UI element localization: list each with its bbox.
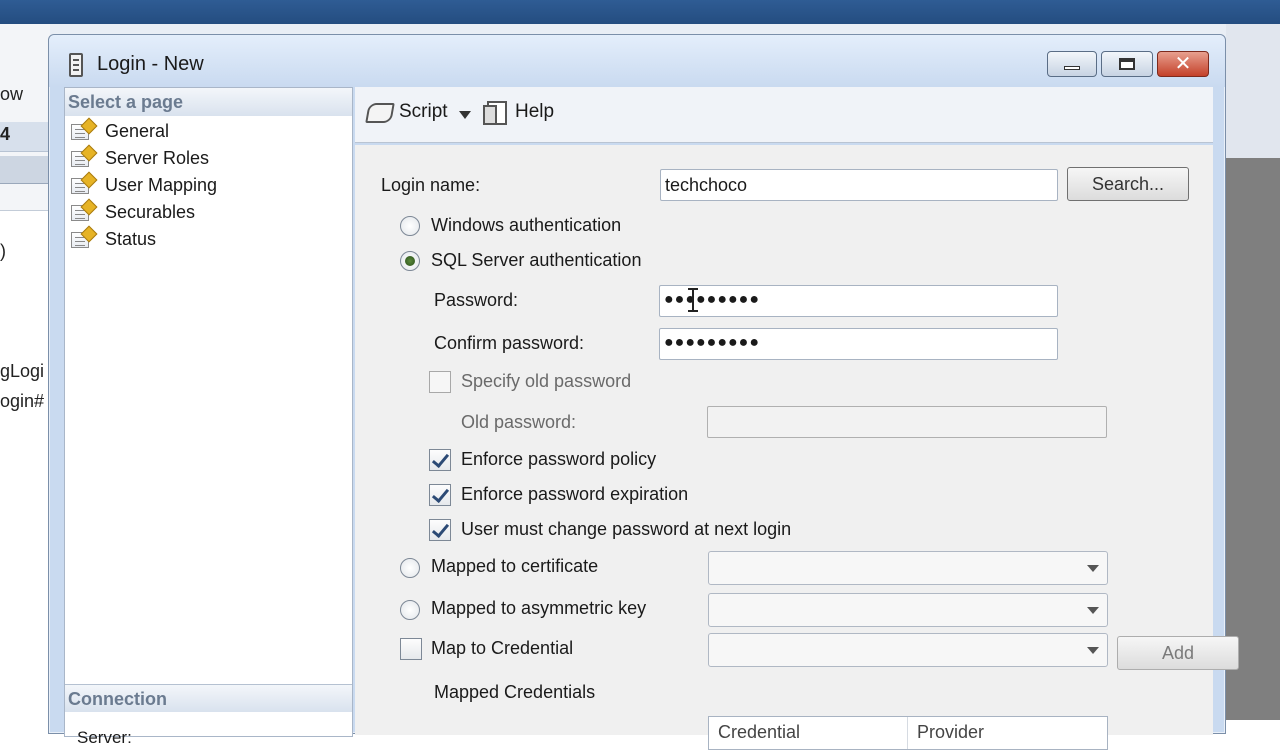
page-icon: [69, 225, 98, 250]
script-icon: [365, 99, 393, 125]
background-text-fragment: ogin#: [0, 391, 45, 411]
chevron-down-icon: [1087, 565, 1099, 572]
background-text-fragment: gLogi: [0, 361, 45, 381]
page-item-label: User Mapping: [105, 174, 218, 195]
page-item-label: Status: [105, 228, 157, 249]
mapped-credentials-label: Mapped Credentials: [434, 682, 596, 702]
select-page-header: Select a page: [65, 88, 352, 116]
mapped-asymmetric-key-radio[interactable]: [400, 600, 420, 620]
help-icon: [483, 99, 509, 125]
chevron-down-icon: [459, 111, 471, 119]
chevron-down-icon: [1087, 647, 1099, 654]
server-icon: [69, 53, 83, 77]
login-name-input[interactable]: techchoco: [660, 169, 1058, 201]
add-credential-button[interactable]: Add: [1117, 636, 1239, 670]
page-icon: [69, 144, 98, 169]
search-button[interactable]: Search...: [1067, 167, 1189, 201]
mapped-credentials-grid[interactable]: Credential Provider: [708, 716, 1108, 750]
page-item-label: Server Roles: [105, 147, 210, 168]
background-pane-body: ) gLogi ogin#: [0, 210, 50, 720]
background-pane-header: [0, 156, 50, 184]
minimize-button[interactable]: [1047, 51, 1097, 77]
must-change-label: User must change password at next login: [461, 519, 792, 539]
dialog-title: Login - New: [97, 53, 204, 75]
close-button[interactable]: ✕: [1157, 51, 1209, 77]
mapped-certificate-radio[interactable]: [400, 558, 420, 578]
column-header-credential[interactable]: Credential: [709, 717, 908, 749]
background-object-explorer: ow 4 ) gLogi ogin#: [0, 24, 50, 720]
minimize-icon: [1064, 66, 1080, 70]
enforce-policy-label: Enforce password policy: [461, 449, 657, 469]
page-item-status[interactable]: Status: [69, 225, 157, 252]
certificate-dropdown[interactable]: [708, 551, 1108, 585]
maximize-button[interactable]: [1101, 51, 1153, 77]
login-name-label: Login name:: [381, 175, 481, 195]
login-new-dialog: Login - New ✕ Select a page General Serv…: [48, 34, 1239, 750]
script-dropdown-button[interactable]: [459, 111, 471, 119]
maximize-icon: [1119, 58, 1135, 70]
background-text-fragment: ): [0, 241, 6, 261]
server-label: Server:: [77, 728, 132, 747]
enforce-expiration-checkbox[interactable]: [429, 484, 451, 506]
connection-header: Connection: [65, 684, 352, 712]
map-credential-label: Map to Credential: [431, 638, 574, 658]
sql-auth-radio[interactable]: [400, 251, 420, 271]
password-label: Password:: [434, 290, 519, 310]
confirm-password-label: Confirm password:: [434, 333, 585, 353]
page-item-server-roles[interactable]: Server Roles: [69, 144, 210, 171]
windows-auth-radio[interactable]: [400, 216, 420, 236]
page-item-user-mapping[interactable]: User Mapping: [69, 171, 218, 198]
windows-auth-label: Windows authentication: [431, 215, 622, 235]
asymmetric-key-dropdown[interactable]: [708, 593, 1108, 627]
old-password-input[interactable]: [707, 406, 1107, 438]
chevron-down-icon: [1087, 607, 1099, 614]
specify-old-password-checkbox[interactable]: [429, 371, 451, 393]
background-toolbar: 4: [0, 122, 50, 152]
background-right-area: [1226, 24, 1280, 720]
enforce-expiration-label: Enforce password expiration: [461, 484, 689, 504]
column-header-provider[interactable]: Provider: [908, 717, 1107, 749]
background-text-fragment: ow: [0, 84, 24, 104]
must-change-checkbox[interactable]: [429, 519, 451, 541]
mapped-asymmetric-key-label: Mapped to asymmetric key: [431, 598, 647, 618]
old-password-label: Old password:: [461, 412, 577, 432]
general-page-content: Login name: techchoco Search... Windows …: [355, 145, 1239, 750]
password-input[interactable]: ●●●●●●●●●: [659, 285, 1058, 317]
page-item-securables[interactable]: Securables: [69, 198, 196, 225]
page-item-general[interactable]: General: [69, 117, 170, 144]
map-credential-checkbox[interactable]: [400, 638, 422, 660]
close-icon: ✕: [1174, 53, 1192, 75]
background-text-fragment: 4: [0, 124, 11, 144]
help-button[interactable]: Help: [483, 99, 554, 125]
help-label: Help: [515, 101, 555, 122]
page-icon: [69, 198, 98, 223]
confirm-password-input[interactable]: ●●●●●●●●●: [659, 328, 1058, 360]
script-button[interactable]: Script: [365, 99, 448, 125]
dialog-toolbar: Script Help: [355, 87, 1213, 143]
page-item-label: Securables: [105, 201, 196, 222]
text-cursor-icon: [688, 288, 698, 312]
enforce-policy-checkbox[interactable]: [429, 449, 451, 471]
sql-auth-label: SQL Server authentication: [431, 250, 642, 270]
page-icon: [69, 171, 98, 196]
mapped-certificate-label: Mapped to certificate: [431, 556, 599, 576]
select-page-pane: Select a page General Server Roles User …: [64, 87, 353, 747]
background-title-bar: [0, 0, 1280, 24]
page-item-label: General: [105, 120, 170, 141]
page-icon: [69, 117, 98, 142]
dialog-title-bar[interactable]: Login - New ✕: [49, 35, 1225, 87]
specify-old-password-label: Specify old password: [461, 371, 632, 391]
credential-dropdown[interactable]: [708, 633, 1108, 667]
script-label: Script: [399, 101, 448, 122]
